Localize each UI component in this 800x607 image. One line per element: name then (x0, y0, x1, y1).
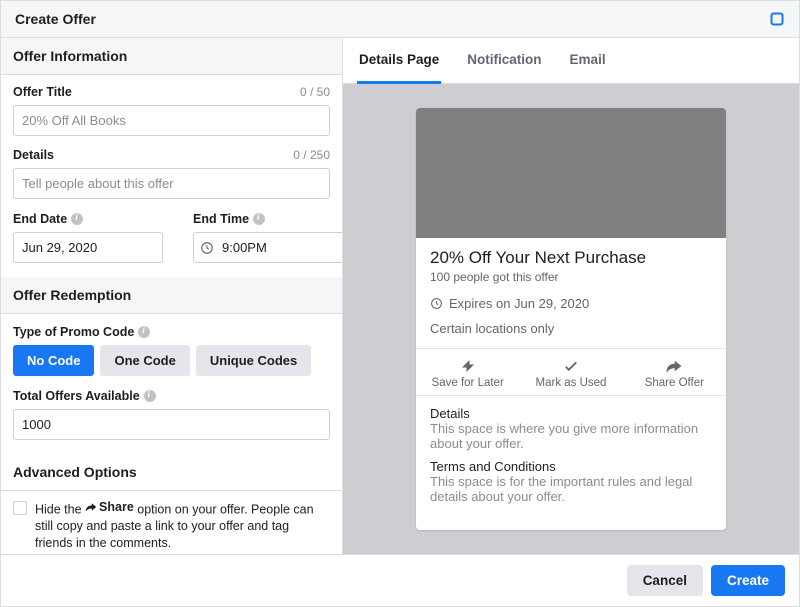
end-date-label: End Date (13, 212, 83, 226)
offer-preview-card: 20% Off Your Next Purchase 100 people go… (416, 108, 726, 530)
section-advanced-options: Advanced Options (1, 454, 342, 491)
preview-terms-text: This space is for the important rules an… (430, 474, 712, 504)
preview-details-heading: Details (430, 406, 712, 421)
modal-body: Offer Information Offer Title 0 / 50 Det… (1, 38, 799, 554)
preview-actions: Save for Later Mark as Used Share Offer (416, 348, 726, 396)
cancel-button[interactable]: Cancel (627, 565, 703, 596)
modal-footer: Cancel Create (1, 554, 799, 606)
promo-no-code[interactable]: No Code (13, 345, 94, 376)
preview-locations: Certain locations only (430, 321, 712, 336)
info-icon[interactable] (138, 326, 150, 338)
hide-share-checkbox[interactable] (13, 501, 27, 515)
mark-as-used-button[interactable]: Mark as Used (519, 349, 622, 395)
hide-share-option: Hide the Share option on your offer. Peo… (1, 491, 342, 554)
preview-image-placeholder (416, 108, 726, 238)
details-counter: 0 / 250 (293, 148, 330, 162)
expand-icon[interactable] (769, 11, 785, 27)
info-icon[interactable] (71, 213, 83, 225)
create-button[interactable]: Create (711, 565, 785, 596)
modal-title: Create Offer (15, 11, 96, 27)
clock-icon (430, 297, 443, 310)
offer-title-input[interactable] (13, 105, 330, 136)
preview-area: 20% Off Your Next Purchase 100 people go… (343, 84, 799, 554)
total-offers-input[interactable] (13, 409, 330, 440)
offer-info-body: Offer Title 0 / 50 Details 0 / 250 End D… (1, 75, 342, 277)
section-offer-information: Offer Information (1, 38, 342, 75)
save-icon (459, 357, 477, 375)
preview-details-text: This space is where you give more inform… (430, 421, 712, 451)
save-for-later-button[interactable]: Save for Later (416, 349, 519, 395)
end-time-label: End Time (193, 212, 265, 226)
share-icon (665, 357, 683, 375)
redemption-body: Type of Promo Code No Code One Code Uniq… (1, 314, 342, 454)
details-label: Details (13, 148, 54, 162)
share-offer-button[interactable]: Share Offer (623, 349, 726, 395)
form-panel: Offer Information Offer Title 0 / 50 Det… (1, 38, 343, 554)
preview-title: 20% Off Your Next Purchase (430, 248, 712, 268)
preview-panel: Details Page Notification Email 20% Off … (343, 38, 799, 554)
tab-details-page[interactable]: Details Page (357, 38, 441, 84)
clock-icon (200, 241, 214, 255)
promo-unique-codes[interactable]: Unique Codes (196, 345, 311, 376)
total-offers-label: Total Offers Available (13, 389, 156, 403)
tab-notification[interactable]: Notification (465, 38, 543, 84)
info-icon[interactable] (253, 213, 265, 225)
offer-title-label: Offer Title (13, 85, 72, 99)
preview-expires: Expires on Jun 29, 2020 (430, 296, 712, 311)
end-date-input[interactable] (13, 232, 163, 263)
share-arrow-icon (85, 501, 97, 513)
modal-header: Create Offer (1, 1, 799, 38)
preview-tabs: Details Page Notification Email (343, 38, 799, 84)
section-offer-redemption: Offer Redemption (1, 277, 342, 314)
details-input[interactable] (13, 168, 330, 199)
preview-sub: 100 people got this offer (430, 270, 712, 284)
promo-type-label: Type of Promo Code (13, 325, 150, 339)
check-icon (562, 357, 580, 375)
preview-terms-heading: Terms and Conditions (430, 459, 712, 474)
info-icon[interactable] (144, 390, 156, 402)
tab-email[interactable]: Email (568, 38, 608, 84)
create-offer-modal: Create Offer Offer Information Offer Tit… (0, 0, 800, 607)
offer-title-counter: 0 / 50 (300, 85, 330, 99)
end-time-input[interactable] (193, 232, 343, 263)
hide-share-text: Hide the Share option on your offer. Peo… (35, 499, 330, 552)
promo-one-code[interactable]: One Code (100, 345, 189, 376)
